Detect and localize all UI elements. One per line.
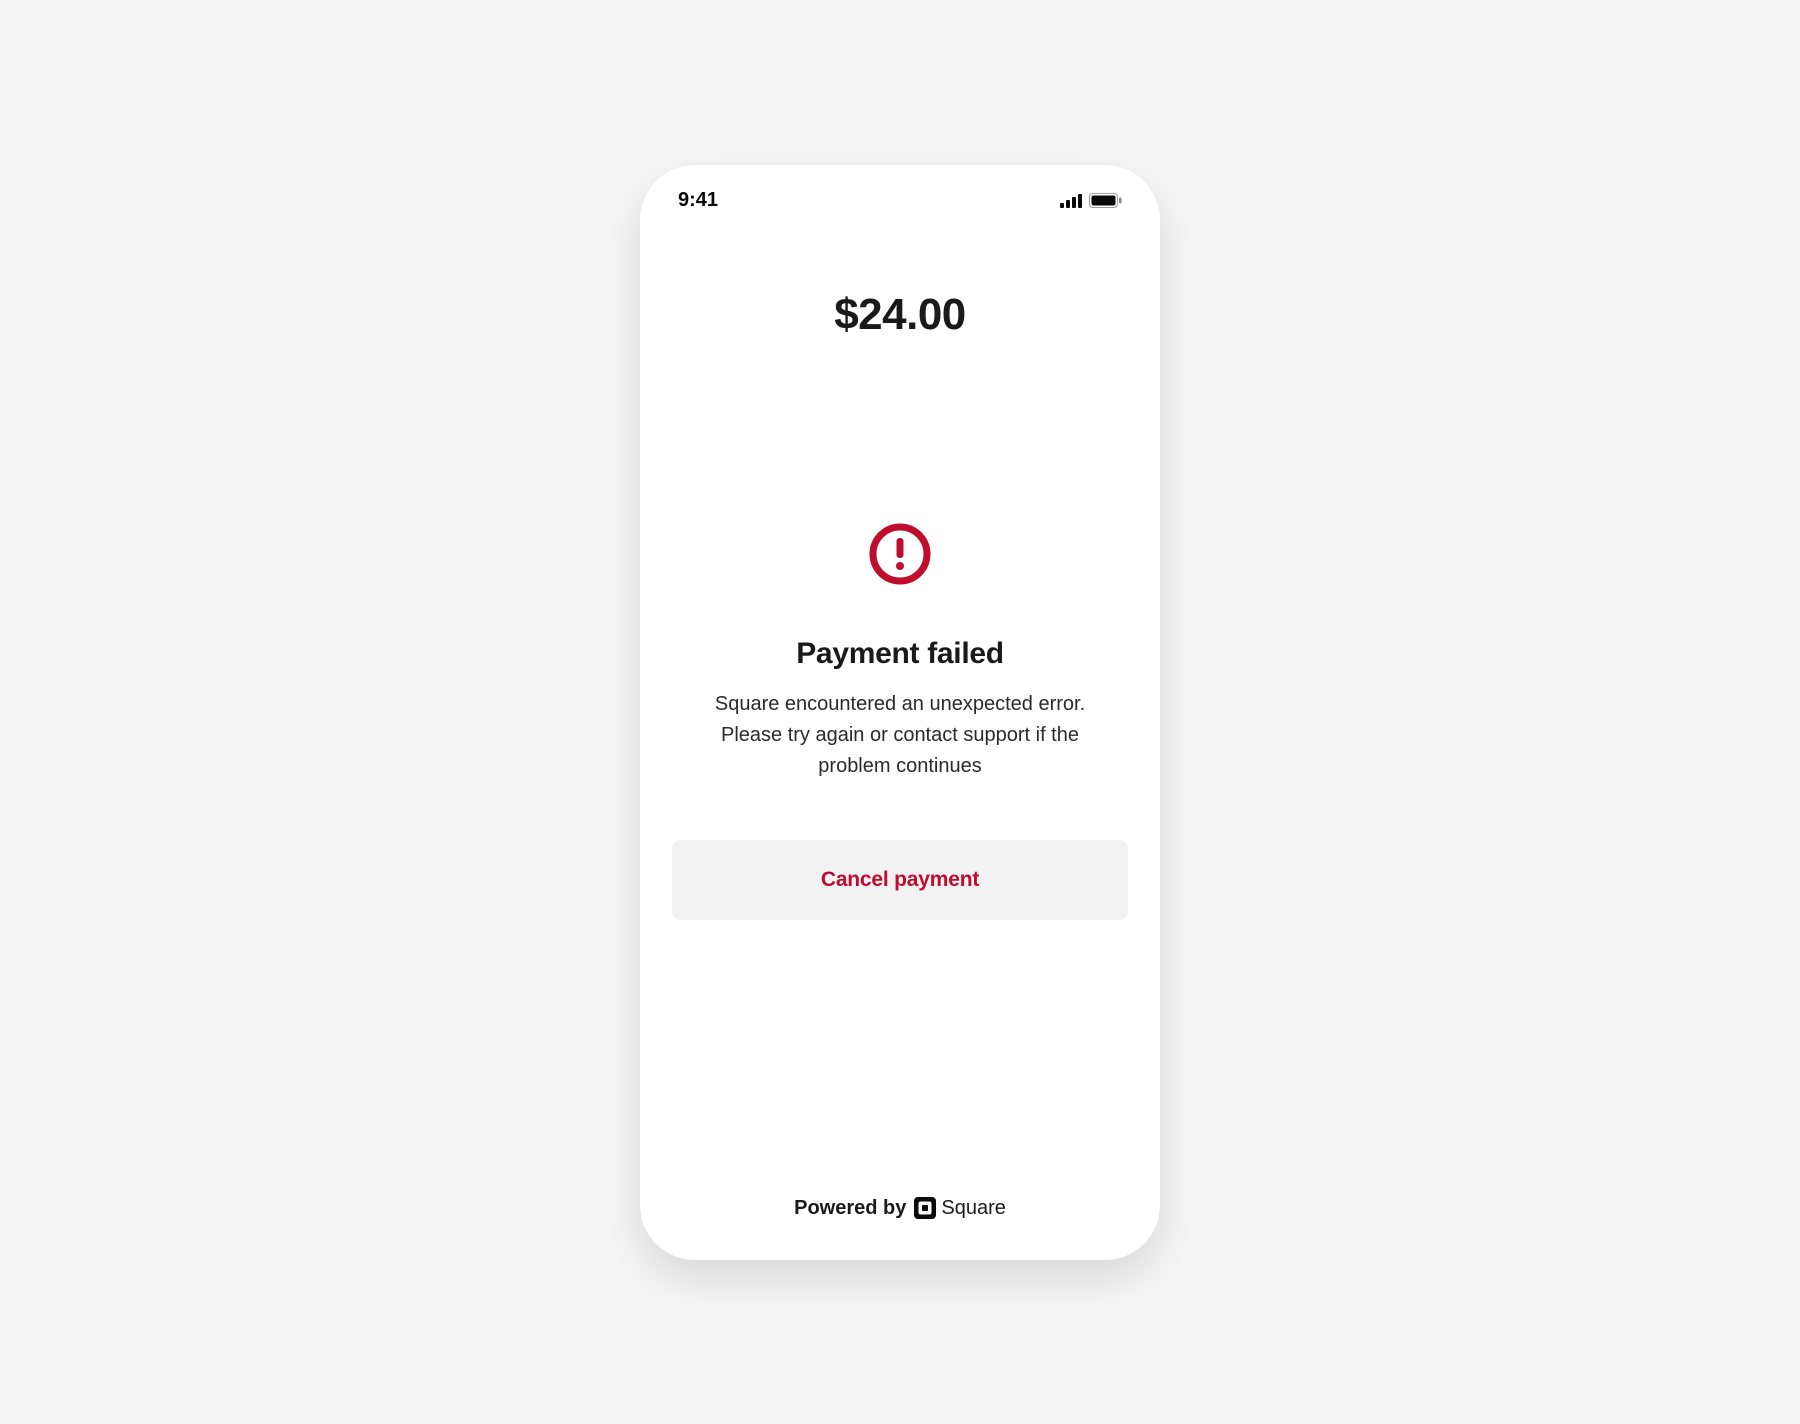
status-icons (1060, 193, 1122, 208)
cellular-signal-icon (1060, 194, 1083, 208)
status-bar: 9:41 (672, 187, 1128, 215)
error-message: Square encountered an unexpected error. … (700, 689, 1100, 782)
square-brand-name: Square (941, 1197, 1006, 1220)
square-logo: Square (914, 1197, 1006, 1220)
error-section: Payment failed Square encountered an une… (672, 523, 1128, 920)
status-time: 9:41 (678, 189, 718, 212)
error-title: Payment failed (796, 637, 1004, 671)
alert-circle-icon (869, 523, 931, 585)
phone-frame: 9:41 $24.00 Payment failed Square encoun… (640, 165, 1160, 1260)
square-logo-icon (914, 1197, 936, 1219)
battery-icon (1089, 193, 1122, 208)
powered-by-label: Powered by (794, 1197, 906, 1220)
footer: Powered by Square (640, 1197, 1160, 1220)
payment-amount: $24.00 (672, 290, 1128, 340)
cancel-payment-button[interactable]: Cancel payment (672, 840, 1128, 920)
